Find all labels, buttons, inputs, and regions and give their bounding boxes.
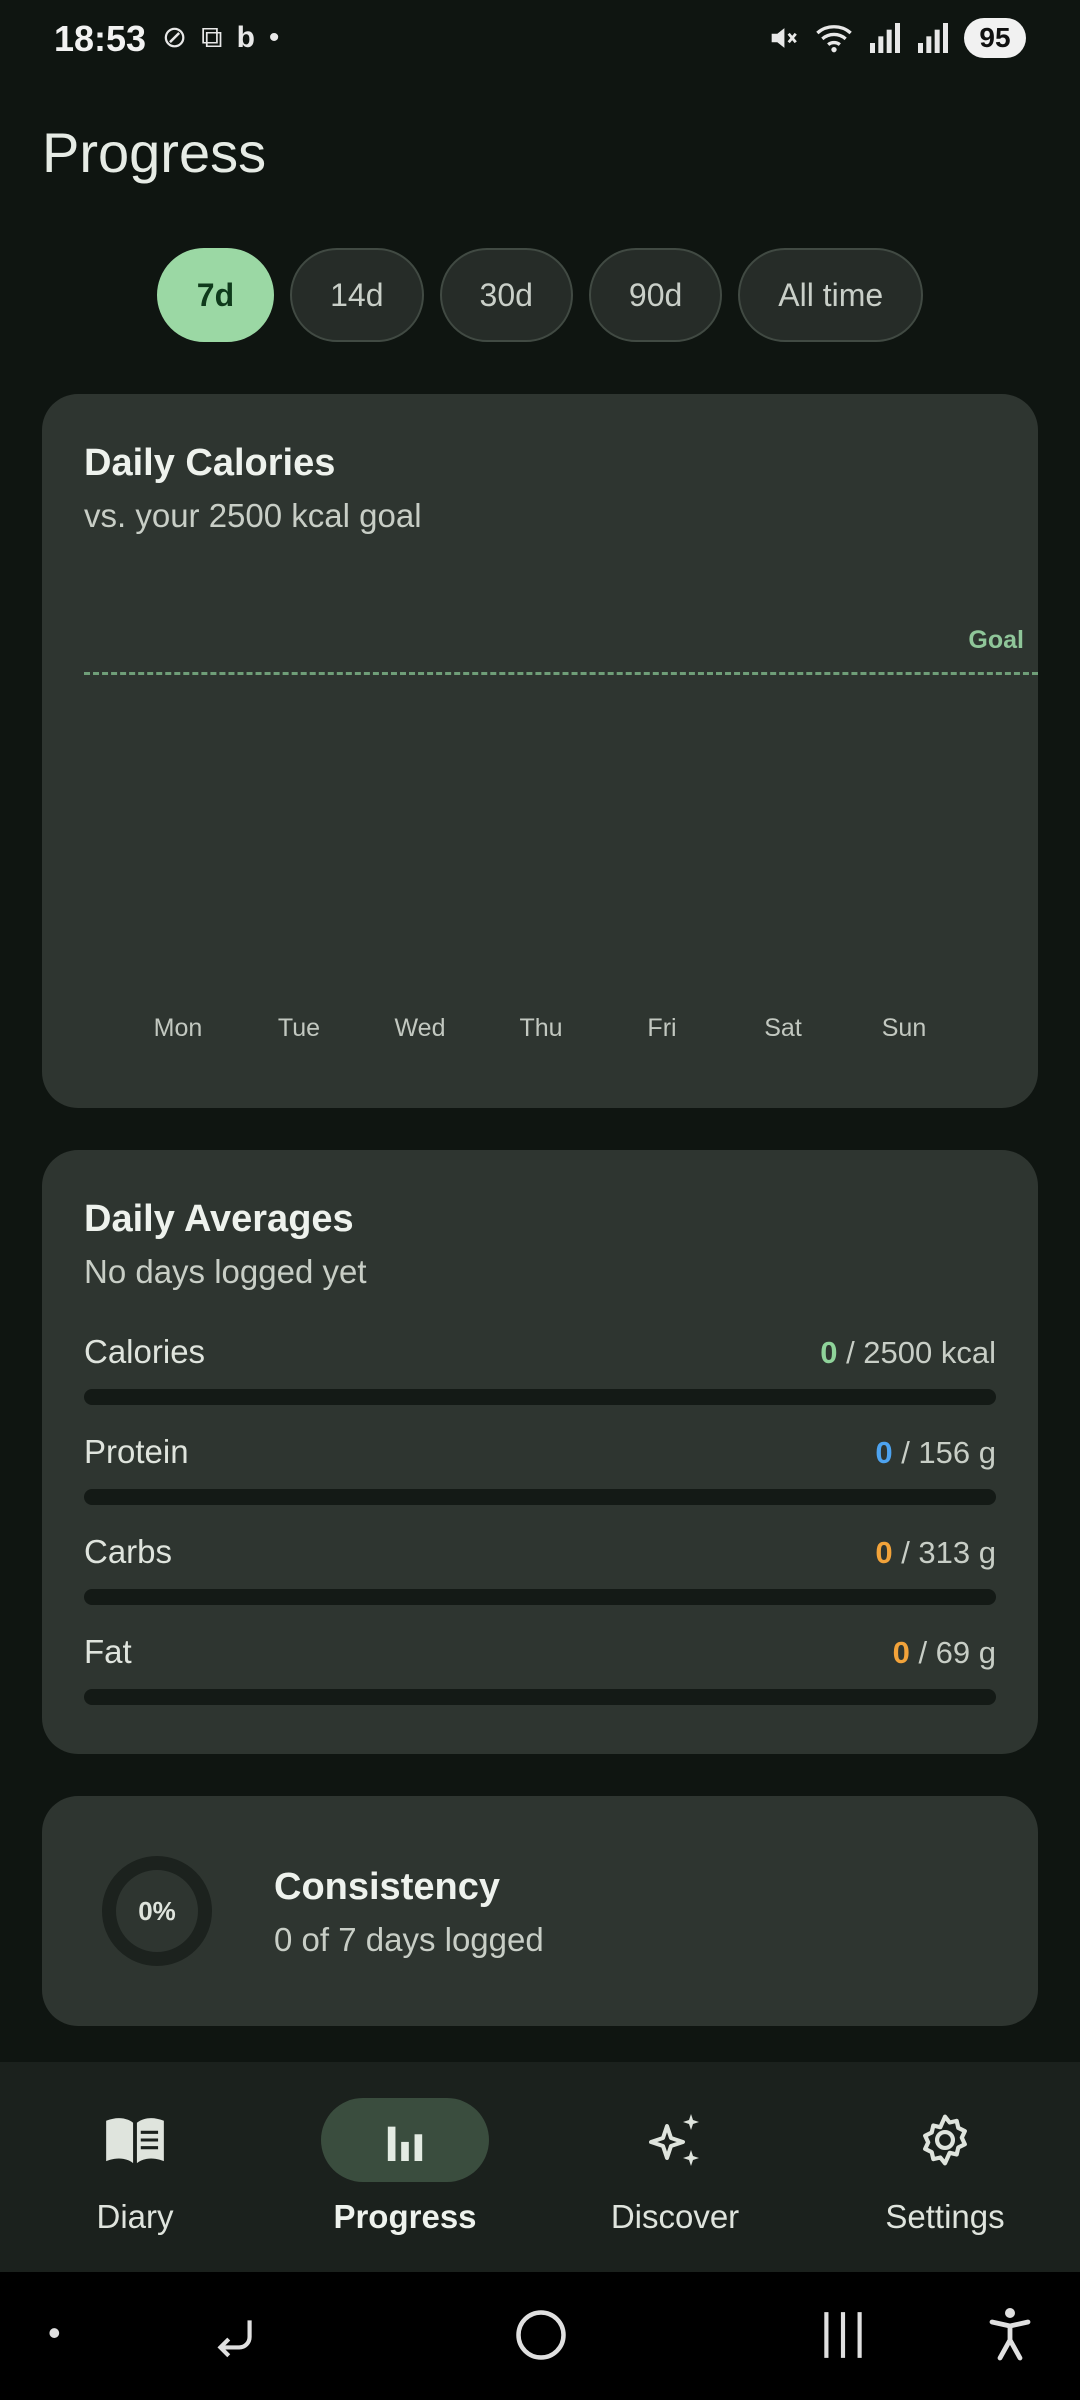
wifi-icon [816, 25, 852, 53]
macro-target: / 2500 kcal [846, 1335, 996, 1370]
signal-icon [918, 23, 948, 53]
macro-list: Calories 0 / 2500 kcal Protein 0 / 156 g Car… [84, 1333, 996, 1733]
page-title: Progress [42, 121, 267, 184]
consistency-subtitle: 0 of 7 days logged [274, 1921, 544, 1958]
macro-name: Protein [84, 1433, 189, 1470]
mute-icon [771, 28, 797, 48]
home-icon[interactable] [514, 2308, 568, 2362]
book-icon [106, 2118, 164, 2164]
macro-progress-track [84, 1589, 996, 1605]
macro-current: 0 [875, 1535, 893, 1570]
daily-averages-title: Daily Averages [84, 1198, 354, 1240]
gear-icon [923, 2114, 967, 2166]
nav-settings[interactable]: Settings [810, 2062, 1080, 2272]
nav-settings-pill [861, 2098, 1029, 2182]
goal-line [84, 672, 1038, 675]
battery-badge: 95 [964, 18, 1026, 58]
macro-name: Calories [84, 1333, 206, 1370]
dot-icon: • [268, 21, 280, 54]
daily-calories-title: Daily Calories [84, 442, 336, 484]
nav-diary[interactable]: Diary [0, 2062, 270, 2272]
range-selector: 7d 14d 30d 90d All time [0, 248, 1080, 342]
dot-icon: • [48, 2312, 61, 2353]
consistency-title: Consistency [274, 1866, 500, 1908]
macro-progress-track [84, 1689, 996, 1705]
consistency-ring: 0% [102, 1856, 212, 1966]
nav-progress-label: Progress [333, 2198, 477, 2235]
goal-label: Goal [968, 626, 1024, 654]
bing-icon: b [236, 21, 255, 54]
macro-current: 0 [820, 1335, 838, 1370]
back-gesture-icon[interactable] [210, 2312, 260, 2362]
nav-discover-label: Discover [610, 2198, 740, 2235]
progress-screen: 18:53 ⊘ ⧉ b • 95 Progress 7d 14d 30d 90d… [0, 0, 1080, 2400]
macro-current: 0 [892, 1635, 910, 1670]
accessibility-icon[interactable] [986, 2306, 1034, 2362]
range-chip-14d[interactable]: 14d [290, 248, 424, 342]
recents-icon[interactable] [818, 2308, 868, 2362]
status-time: 18:53 [54, 18, 147, 59]
status-icons-right: 95 [766, 18, 1026, 58]
status-bar: 18:53 ⊘ ⧉ b • 95 [0, 0, 1080, 80]
macro-progress-track [84, 1389, 996, 1405]
macro-row-calories: Calories 0 / 2500 kcal [84, 1333, 996, 1433]
nav-settings-label: Settings [885, 2198, 1005, 2235]
bar-chart-icon [387, 2126, 423, 2161]
macro-progress-track [84, 1489, 996, 1505]
macro-name: Fat [84, 1633, 132, 1670]
range-chip-all-time[interactable]: All time [738, 248, 924, 342]
nav-diary-label: Diary [96, 2198, 174, 2235]
nav-progress-pill [321, 2098, 489, 2182]
nav-progress[interactable]: Progress [270, 2062, 540, 2272]
macro-value: 0 / 313 g [875, 1535, 996, 1571]
range-chip-30d[interactable]: 30d [439, 248, 573, 342]
macro-row-protein: Protein 0 / 156 g [84, 1433, 996, 1533]
macro-value: 0 / 2500 kcal [820, 1335, 996, 1371]
macro-name: Carbs [84, 1533, 173, 1570]
daily-averages-subtitle: No days logged yet [84, 1253, 367, 1290]
consistency-percent: 0% [138, 1895, 176, 1926]
nav-discover-pill [591, 2098, 759, 2182]
bottom-navigation: Diary Progress Discover Settings [0, 2062, 1080, 2272]
nav-discover[interactable]: Discover [540, 2062, 810, 2272]
daily-calories-card: Daily Calories vs. your 2500 kcal goal [42, 394, 1038, 1108]
range-chip-7d[interactable]: 7d [156, 248, 275, 342]
signal-icon [870, 23, 900, 53]
macro-current: 0 [875, 1435, 893, 1470]
daily-calories-subtitle: vs. your 2500 kcal goal [84, 497, 422, 534]
screenshot-icon: ⧉ [201, 21, 223, 54]
daily-averages-card: Daily Averages No days logged yet Calori… [42, 1150, 1038, 1754]
consistency-card: 0% Consistency 0 of 7 days logged [42, 1796, 1038, 2026]
macro-row-carbs: Carbs 0 / 313 g [84, 1533, 996, 1633]
macro-target: / 69 g [918, 1635, 996, 1670]
macro-value: 0 / 69 g [893, 1635, 996, 1671]
sparkles-icon [649, 2114, 699, 2166]
macro-target: / 156 g [901, 1435, 996, 1470]
do-not-disturb-icon: ⊘ [162, 21, 188, 54]
macro-row-fat: Fat 0 / 69 g [84, 1633, 996, 1733]
macro-value: 0 / 156 g [875, 1435, 996, 1471]
status-icons-left: ⊘ ⧉ b • [162, 20, 279, 56]
nav-diary-pill [51, 2098, 219, 2182]
macro-target: / 313 g [901, 1535, 996, 1570]
consistency-text: Consistency 0 of 7 days logged [274, 1866, 544, 1959]
range-chip-90d[interactable]: 90d [588, 248, 723, 342]
system-navigation-bar: • [0, 2272, 1080, 2400]
